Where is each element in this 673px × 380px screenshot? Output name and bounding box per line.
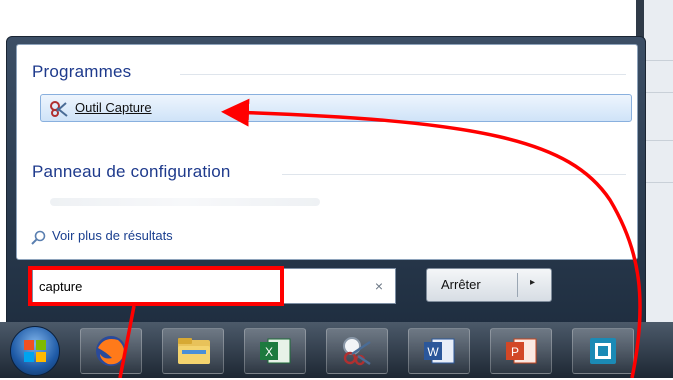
snipping-tool-icon (49, 99, 69, 119)
divider (644, 92, 673, 93)
blurred-result (50, 198, 320, 206)
snipping-tool-icon (343, 337, 371, 366)
divider (644, 60, 673, 61)
control-panel-header: Panneau de configuration (32, 162, 231, 181)
taskbar-excel[interactable]: X (244, 328, 306, 374)
svg-text:P: P (511, 345, 519, 359)
search-input[interactable] (39, 276, 339, 296)
windows-start-orb-icon[interactable] (10, 326, 60, 376)
divider (644, 182, 673, 183)
taskbar-powerpoint[interactable]: P (490, 328, 552, 374)
svg-text:X: X (265, 345, 273, 359)
stop-button-label: Arrêter (441, 277, 481, 292)
divider (180, 74, 626, 75)
powerpoint-icon: P (506, 338, 537, 364)
divider (644, 140, 673, 141)
clear-search-icon[interactable]: × (375, 278, 383, 294)
file-explorer-icon (178, 338, 210, 364)
programs-header: Programmes (32, 62, 132, 81)
taskbar-explorer[interactable] (162, 328, 224, 374)
taskbar-firefox[interactable] (80, 328, 142, 374)
result-label: Outil Capture (75, 100, 152, 115)
result-outil-capture[interactable]: Outil Capture (40, 94, 632, 122)
firefox-icon (96, 336, 126, 366)
taskbar-snipping-tool[interactable] (326, 328, 388, 374)
svg-text:W: W (427, 345, 439, 359)
taskbar-word[interactable]: W (408, 328, 470, 374)
taskbar: X W P (0, 322, 673, 378)
taskbar-app[interactable] (572, 328, 634, 374)
divider (282, 174, 626, 175)
word-icon: W (424, 338, 455, 364)
stop-button[interactable]: Arrêter ▸ (426, 268, 552, 302)
divider (517, 273, 518, 297)
more-results-label: Voir plus de résultats (52, 228, 173, 243)
chevron-right-icon[interactable]: ▸ (530, 277, 535, 288)
magnifier-icon (31, 230, 46, 245)
app-icon (590, 338, 616, 364)
search-box[interactable]: × (32, 268, 396, 304)
excel-icon: X (260, 338, 291, 364)
